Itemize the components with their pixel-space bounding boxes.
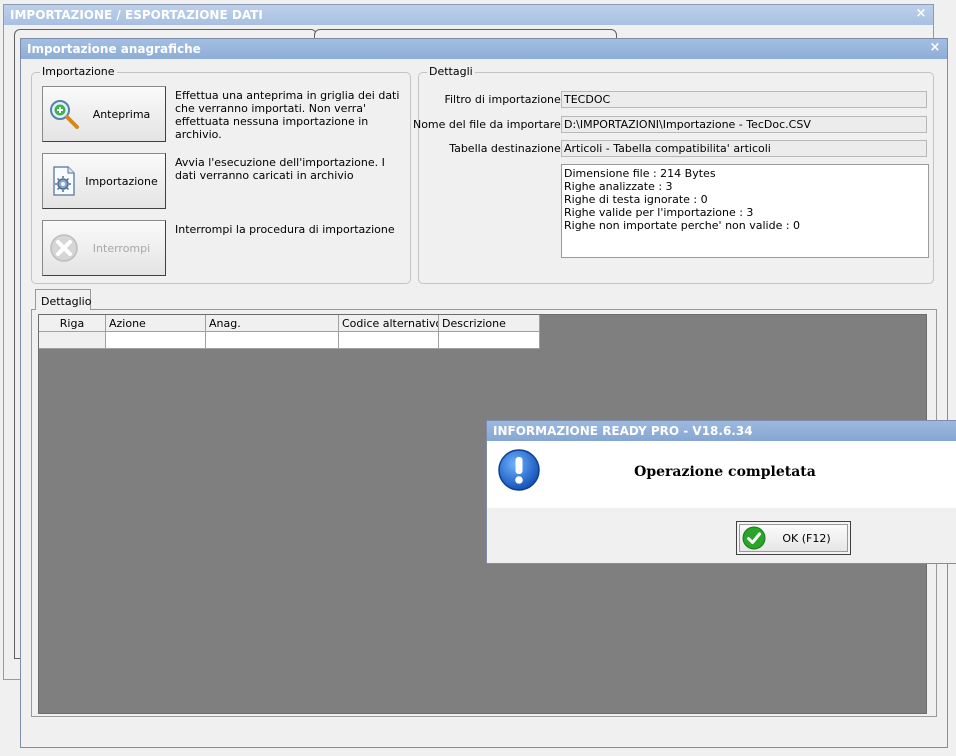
document-gear-icon — [53, 166, 75, 196]
preview-description: Effettua una anteprima in griglia dei da… — [175, 89, 400, 141]
background-window-close-icon[interactable]: × — [914, 7, 928, 21]
summary-line: Righe di testa ignorate : 0 — [564, 193, 708, 206]
column-header-record[interactable]: Anag. — [206, 315, 339, 332]
tab-detail[interactable]: Dettaglio — [35, 289, 91, 310]
table-cell[interactable] — [39, 332, 106, 349]
import-window-title: Importazione anagrafiche — [27, 42, 201, 56]
table-cell[interactable] — [206, 332, 339, 349]
info-dialog-titlebar[interactable]: INFORMAZIONE READY PRO - V18.6.34 — [487, 421, 956, 441]
file-name-field: D:\IMPORTAZIONI\Importazione - TecDoc.CS… — [561, 116, 927, 133]
import-window-titlebar[interactable]: Importazione anagrafiche × — [21, 39, 947, 59]
import-summary-memo[interactable]: Dimensione file : 214 Bytes Righe analiz… — [561, 164, 929, 258]
stop-x-icon — [50, 234, 78, 262]
background-window-title: IMPORTAZIONE / ESPORTAZIONE DATI — [10, 8, 263, 22]
summary-line: Righe analizzate : 3 — [564, 180, 673, 193]
import-description: Avvia l'esecuzione dell'importazione. I … — [175, 156, 385, 182]
import-records-window: Importazione anagrafiche × Importazione … — [20, 38, 948, 748]
ok-button-label: OK (F12) — [782, 531, 831, 545]
import-button-label: Importazione — [85, 174, 158, 188]
info-dialog-body: Operazione completata — [487, 441, 956, 508]
info-dialog-title: INFORMAZIONE READY PRO - V18.6.34 — [493, 424, 753, 438]
grid-header-row: Riga Azione Anag. Codice alternativo Des… — [39, 315, 540, 332]
table-row[interactable] — [39, 332, 540, 349]
destination-table-field: Articoli - Tabella compatibilita' artico… — [561, 140, 927, 157]
stop-button[interactable]: Interrompi — [42, 220, 166, 276]
import-group: Importazione Anteprima Effettua una ante… — [31, 65, 411, 284]
stop-button-label: Interrompi — [92, 241, 151, 255]
ok-button[interactable]: OK (F12) — [736, 521, 851, 555]
ok-button-face: OK (F12) — [739, 524, 848, 552]
table-cell[interactable] — [439, 332, 540, 349]
preview-button-label: Anteprima — [92, 107, 151, 121]
import-window-close-icon[interactable]: × — [928, 41, 942, 55]
table-cell[interactable] — [106, 332, 206, 349]
file-name-label: Nome del file da importare : — [412, 118, 568, 131]
column-header-action[interactable]: Azione — [106, 315, 206, 332]
tab-detail-label: Dettaglio — [41, 295, 92, 308]
info-message: Operazione completata — [634, 464, 816, 480]
preview-button[interactable]: Anteprima — [42, 86, 166, 142]
destination-table-label: Tabella destinazione : — [449, 142, 568, 155]
checkmark-icon — [742, 526, 766, 550]
summary-line: Righe non importate perche' non valide :… — [564, 219, 801, 232]
import-filter-label: Filtro di importazione : — [444, 93, 568, 106]
summary-line: Dimensione file : 214 Bytes — [564, 167, 716, 180]
column-header-row-number[interactable]: Riga — [39, 315, 106, 332]
import-filter-field: TECDOC — [561, 91, 927, 108]
background-window-titlebar[interactable]: IMPORTAZIONE / ESPORTAZIONE DATI × — [4, 5, 933, 25]
magnifier-plus-icon — [50, 100, 79, 129]
stop-description: Interrompi la procedura di importazione — [175, 223, 395, 236]
details-group-label: Dettagli — [427, 65, 475, 78]
info-dialog: INFORMAZIONE READY PRO - V18.6.34 Operaz… — [486, 420, 956, 564]
import-button[interactable]: Importazione — [42, 153, 166, 209]
column-header-description[interactable]: Descrizione — [439, 315, 540, 332]
column-header-alt-code[interactable]: Codice alternativo — [339, 315, 439, 332]
table-cell[interactable] — [339, 332, 439, 349]
summary-line: Righe valide per l'importazione : 3 — [564, 206, 754, 219]
import-group-label: Importazione — [40, 65, 117, 78]
